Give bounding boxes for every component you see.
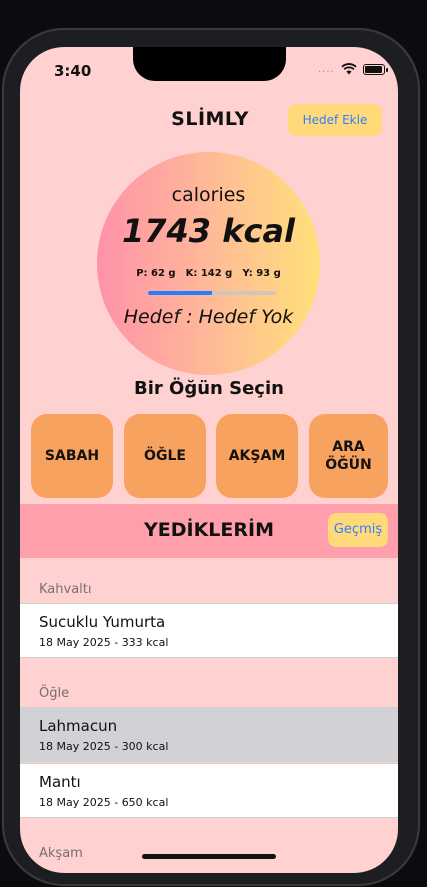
meal-button-sabah[interactable]: SABAH [31, 414, 113, 498]
list-item[interactable]: Sucuklu Yumurta 18 May 2025 - 333 kcal [20, 603, 398, 658]
status-icons: .... [318, 63, 388, 75]
goal-progress-fill [148, 291, 212, 295]
calories-value: 1743 kcal [121, 212, 295, 250]
macros-row: P: 62 g K: 142 g Y: 93 g [97, 268, 320, 279]
app-title: SLİMLY [171, 108, 249, 130]
meal-button-ogle[interactable]: ÖĞLE [124, 414, 206, 498]
list-item[interactable]: Mantı 18 May 2025 - 650 kcal [20, 763, 398, 818]
section-header-breakfast: Kahvaltı [39, 582, 92, 597]
list-item[interactable]: Lahmacun 18 May 2025 - 300 kcal [20, 707, 398, 762]
calories-label: calories [171, 184, 246, 206]
meal-button-aksam[interactable]: AKŞAM [216, 414, 298, 498]
notch [133, 47, 286, 81]
list-item-title: Sucuklu Yumurta [39, 613, 166, 631]
section-header-lunch: Öğle [39, 686, 70, 701]
fat-value: Y: 93 g [242, 268, 281, 279]
carbs-value: K: 142 g [185, 268, 233, 279]
signal-dots: .... [318, 63, 335, 75]
goal-text: Hedef : Hedef Yok [123, 306, 294, 328]
section-header-dinner: Akşam [39, 846, 83, 861]
list-item-title: Mantı [39, 773, 81, 791]
goal-progress-bar [148, 291, 276, 295]
meal-button-ara-ogun[interactable]: ARA ÖĞÜN [309, 414, 388, 498]
add-goal-button[interactable]: Hedef Ekle [288, 104, 382, 136]
list-item-detail: 18 May 2025 - 333 kcal [39, 636, 169, 649]
list-item-title: Lahmacun [39, 717, 118, 735]
wifi-icon [341, 63, 357, 75]
list-item-detail: 18 May 2025 - 650 kcal [39, 796, 169, 809]
status-time: 3:40 [54, 62, 92, 80]
battery-icon [362, 63, 388, 75]
meal-picker-title: Bir Öğün Seçin [134, 378, 284, 399]
home-indicator[interactable] [142, 854, 276, 859]
protein-value: P: 62 g [136, 268, 176, 279]
history-button[interactable]: Geçmiş [328, 513, 388, 547]
list-item-detail: 18 May 2025 - 300 kcal [39, 740, 169, 753]
